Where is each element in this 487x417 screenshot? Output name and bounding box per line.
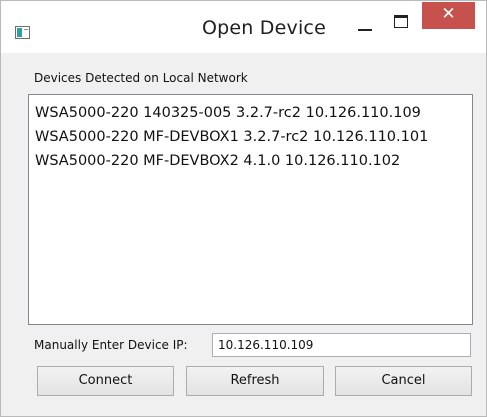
connect-button[interactable]: Connect	[37, 366, 174, 396]
device-list-item[interactable]: WSA5000-220 MF-DEVBOX1 3.2.7-rc2 10.126.…	[35, 129, 428, 145]
minimize-button[interactable]	[349, 7, 381, 37]
app-icon-line	[24, 29, 28, 30]
device-list-item[interactable]: WSA5000-220 MF-DEVBOX2 4.1.0 10.126.110.…	[35, 153, 400, 169]
maximize-icon	[394, 15, 408, 28]
app-icon-block	[17, 28, 22, 37]
manual-ip-label: Manually Enter Device IP:	[34, 338, 188, 352]
minimize-icon	[358, 29, 372, 31]
close-button[interactable]: ✕	[422, 2, 475, 29]
open-device-dialog: Open Device ✕ Devices Detected on Local …	[0, 0, 487, 417]
close-icon: ✕	[441, 4, 456, 24]
title-bar[interactable]: Open Device ✕	[1, 1, 486, 53]
refresh-button[interactable]: Refresh	[186, 366, 324, 396]
window-title: Open Device	[202, 17, 326, 39]
device-ip-input[interactable]: 10.126.110.109	[212, 333, 471, 357]
cancel-button[interactable]: Cancel	[335, 366, 472, 396]
device-list[interactable]: WSA5000-220 140325-005 3.2.7-rc2 10.126.…	[28, 94, 473, 325]
device-list-item[interactable]: WSA5000-220 140325-005 3.2.7-rc2 10.126.…	[35, 105, 421, 121]
app-icon	[15, 26, 30, 39]
devices-section-label: Devices Detected on Local Network	[34, 71, 248, 85]
maximize-button[interactable]	[387, 7, 417, 37]
